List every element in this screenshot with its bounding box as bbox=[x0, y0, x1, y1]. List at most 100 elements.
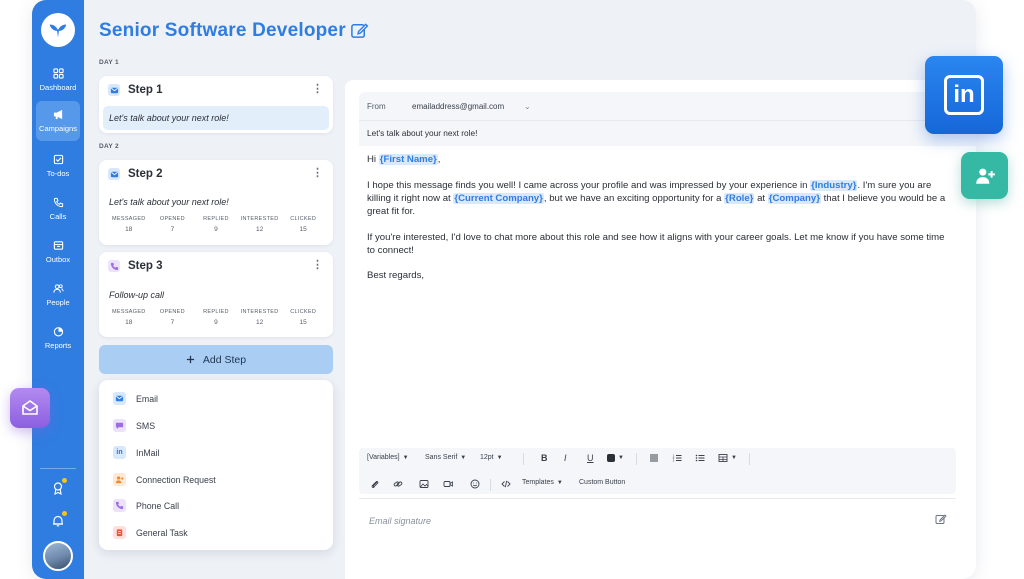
email-signoff[interactable]: Best regards, bbox=[367, 269, 952, 282]
stat-value: 15 bbox=[299, 226, 307, 233]
email-editor-panel: From emailaddress@gmail.com ⌄ Let's talk… bbox=[345, 80, 976, 579]
add-step-label: Add Step bbox=[202, 353, 247, 366]
plus-icon bbox=[186, 355, 194, 364]
templates-dropdown[interactable]: Templates ▼ bbox=[522, 479, 563, 486]
email-paragraph-2[interactable]: If you're interested, I'd love to chat m… bbox=[367, 231, 952, 257]
day-label: DAY 1 bbox=[99, 59, 119, 66]
toolbar-divider bbox=[523, 453, 524, 465]
subject-field[interactable]: Let's talk about your next role! bbox=[367, 128, 477, 138]
from-select[interactable]: emailaddress@gmail.com bbox=[412, 102, 504, 111]
step-subtitle: Follow-up call bbox=[109, 290, 165, 300]
caret-down-icon: ▼ bbox=[556, 479, 563, 486]
color-swatch-icon bbox=[607, 454, 615, 462]
numbered-list-button[interactable]: 123 bbox=[672, 453, 682, 463]
pie-chart-icon bbox=[53, 327, 63, 337]
text-color-button[interactable]: ▼ bbox=[607, 454, 624, 462]
variables-dropdown[interactable]: [Variables] ▼ bbox=[367, 454, 409, 461]
emoji-icon bbox=[470, 479, 480, 489]
page-title: Senior Software Developer bbox=[99, 20, 346, 41]
table-button[interactable]: ▼ bbox=[718, 453, 737, 463]
custom-button[interactable]: Custom Button bbox=[579, 479, 625, 486]
variable-industry: {Industry} bbox=[810, 180, 858, 191]
menu-item-sms[interactable]: SMS bbox=[113, 419, 155, 432]
stat-label: OPENED bbox=[159, 309, 185, 315]
app-window: Dashboard Campaigns To-dos Calls Outbox … bbox=[32, 0, 976, 579]
stat-label: REPLIED bbox=[203, 309, 229, 315]
sidebar-item-outbox[interactable]: Outbox bbox=[32, 232, 84, 272]
chevron-down-icon[interactable]: ⌄ bbox=[524, 102, 531, 111]
menu-item-connection-request[interactable]: Connection Request bbox=[113, 473, 216, 486]
avatar[interactable] bbox=[43, 541, 73, 571]
link-button[interactable] bbox=[393, 479, 403, 489]
stat-value: 18 bbox=[125, 226, 133, 233]
video-button[interactable] bbox=[443, 479, 453, 489]
stat-label: INTERESTED bbox=[240, 216, 279, 222]
step-card-2[interactable]: Step 2 ⋮ Let's talk about your next role… bbox=[99, 160, 333, 245]
underline-button[interactable]: U bbox=[587, 453, 594, 463]
image-button[interactable] bbox=[419, 479, 429, 489]
edit-icon[interactable] bbox=[350, 21, 369, 40]
menu-item-inmail[interactable]: in InMail bbox=[113, 446, 159, 459]
variable-company: {Company} bbox=[767, 193, 821, 204]
sidebar-divider bbox=[40, 468, 76, 469]
megaphone-icon bbox=[53, 109, 62, 120]
linkedin-icon: in bbox=[113, 446, 126, 459]
menu-item-phone-call[interactable]: Phone Call bbox=[113, 499, 179, 512]
sidebar-item-people[interactable]: People bbox=[32, 275, 84, 315]
sidebar-item-calls[interactable]: Calls bbox=[32, 189, 84, 229]
more-vertical-icon[interactable]: ⋮ bbox=[312, 84, 323, 95]
sidebar-item-reports[interactable]: Reports bbox=[32, 318, 84, 358]
sidebar-item-label: People bbox=[46, 298, 70, 307]
font-size-dropdown[interactable]: 12pt ▼ bbox=[480, 454, 503, 461]
stat-label: INTERESTED bbox=[240, 309, 279, 315]
sidebar-item-to-dos[interactable]: To-dos bbox=[32, 146, 84, 186]
sidebar-item-dashboard[interactable]: Dashboard bbox=[32, 60, 84, 100]
step-type-menu: Email SMS in InMail Connection Request P… bbox=[99, 380, 333, 550]
svg-text:3: 3 bbox=[673, 459, 675, 463]
sidebar-item-campaigns[interactable]: Campaigns bbox=[36, 101, 80, 141]
email-greeting[interactable]: Hi {First Name}, bbox=[367, 153, 952, 166]
bell-icon[interactable] bbox=[51, 514, 65, 528]
email-icon bbox=[113, 392, 126, 405]
stat-value: 18 bbox=[125, 319, 133, 326]
whale-logo-icon[interactable] bbox=[41, 13, 75, 47]
menu-item-general-task[interactable]: General Task bbox=[113, 526, 188, 539]
caret-down-icon: ▼ bbox=[460, 454, 467, 461]
step-subtitle: Let's talk about your next role! bbox=[103, 106, 329, 130]
align-button[interactable] bbox=[649, 453, 659, 463]
add-step-button[interactable]: Add Step bbox=[99, 345, 333, 374]
notification-dot bbox=[62, 478, 67, 483]
signature-placeholder[interactable]: Email signature bbox=[369, 516, 431, 526]
italic-button[interactable]: I bbox=[564, 453, 567, 463]
caret-down-icon: ▼ bbox=[402, 454, 409, 461]
caret-down-icon: ▼ bbox=[618, 455, 624, 461]
align-left-icon bbox=[650, 454, 658, 462]
variables-label: [Variables] bbox=[367, 454, 400, 461]
more-vertical-icon[interactable]: ⋮ bbox=[312, 168, 323, 179]
step-card-3[interactable]: Step 3 ⋮ Follow-up call MESSAGED 18 OPENE… bbox=[99, 252, 333, 337]
font-dropdown[interactable]: Sans Serif ▼ bbox=[425, 454, 466, 461]
bold-button[interactable]: B bbox=[541, 453, 548, 463]
variable-role: {Role} bbox=[724, 193, 755, 204]
more-vertical-icon[interactable]: ⋮ bbox=[312, 260, 323, 271]
image-icon bbox=[419, 480, 429, 488]
linkedin-logo-icon: in bbox=[944, 75, 984, 115]
step-card-1[interactable]: Step 1 ⋮ Let's talk about your next role… bbox=[99, 76, 333, 133]
menu-item-email[interactable]: Email bbox=[113, 392, 158, 405]
emoji-button[interactable] bbox=[470, 479, 480, 489]
greeting-text: Hi bbox=[367, 154, 377, 165]
stat-value: 7 bbox=[170, 319, 175, 326]
task-icon bbox=[113, 526, 126, 539]
code-button[interactable] bbox=[501, 479, 511, 489]
edit-signature-icon[interactable] bbox=[935, 513, 947, 525]
attach-button[interactable] bbox=[370, 479, 380, 489]
email-paragraph-1[interactable]: I hope this message finds you well! I ca… bbox=[367, 179, 952, 218]
inbox-icon bbox=[53, 241, 63, 250]
menu-item-label: SMS bbox=[136, 420, 156, 431]
step-stats: MESSAGED 18 OPENED 7 REPLIED 9 INTERESTED 12… bbox=[107, 309, 325, 326]
text: , but we have an exciting opportunity fo… bbox=[543, 193, 725, 204]
text: at bbox=[754, 193, 768, 204]
bullet-list-button[interactable] bbox=[695, 453, 705, 463]
award-icon[interactable] bbox=[51, 481, 65, 495]
stat-label: MESSAGED bbox=[112, 216, 146, 222]
